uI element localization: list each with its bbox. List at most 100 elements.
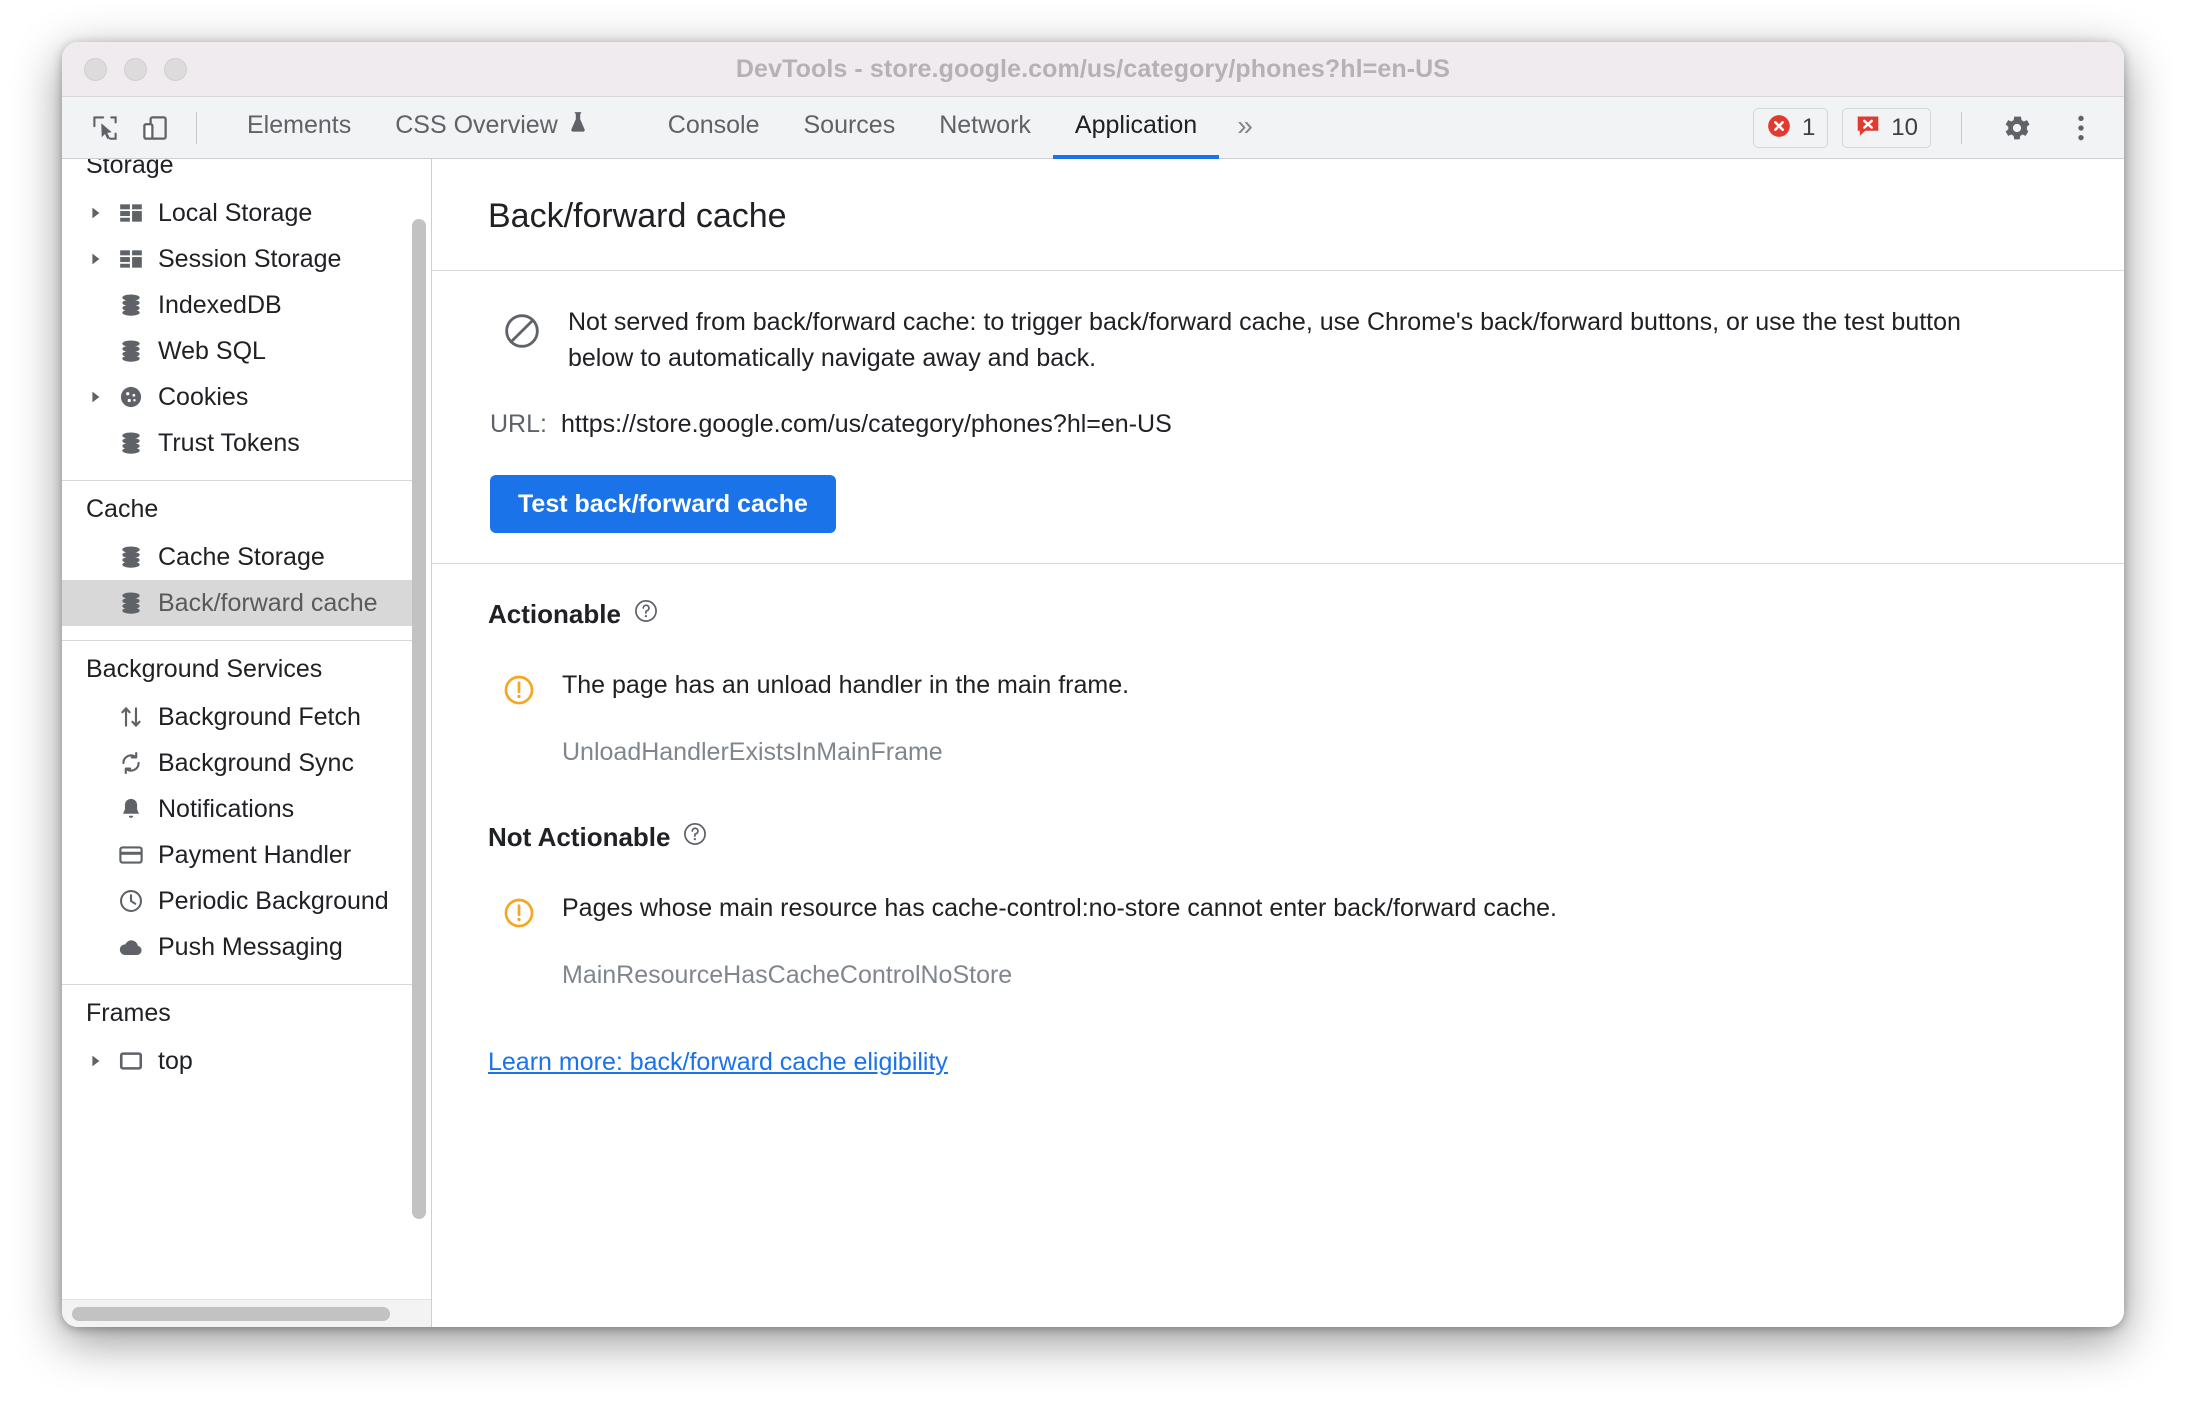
sidebar-item-web-sql[interactable]: Web SQL	[62, 328, 419, 374]
table-grid-icon	[114, 246, 148, 272]
database-icon	[114, 590, 148, 616]
sidebar-item-label: Background Sync	[158, 748, 354, 777]
tab-css-overview-label: CSS Overview	[395, 111, 558, 139]
not-actionable-heading-row: Not Actionable	[488, 821, 2068, 854]
screenshot-root: DevTools - store.google.com/us/category/…	[0, 0, 2186, 1410]
sidebar-item-label: Push Messaging	[158, 932, 343, 961]
sidebar-item-cookies[interactable]: Cookies	[62, 374, 419, 420]
toolbar-right-controls: 1 10	[1752, 97, 2106, 159]
help-circle-icon[interactable]	[633, 598, 659, 631]
sidebar-item-label: Background Fetch	[158, 702, 361, 731]
sidebar-item-label: Session Storage	[158, 244, 342, 273]
test-bfcache-button[interactable]: Test back/forward cache	[490, 475, 836, 533]
database-icon	[114, 338, 148, 364]
sidebar-item-label: Notifications	[158, 794, 295, 823]
sidebar-group-storage: Storage Local Storage Session Storage Index…	[62, 159, 419, 481]
issue-row: Pages whose main resource has cache-cont…	[488, 892, 2068, 935]
sidebar-horizontal-scrollbar[interactable]	[72, 1306, 390, 1321]
sidebar-group-header: Cache	[86, 495, 159, 523]
application-sidebar: Storage Local Storage Session Storage Index…	[62, 159, 432, 1327]
maximize-window-button[interactable]	[164, 58, 187, 81]
sidebar-item-trust-tokens[interactable]: Trust Tokens	[62, 420, 419, 466]
actionable-heading-row: Actionable	[488, 598, 2068, 631]
sidebar-item-top[interactable]: top	[62, 1038, 419, 1084]
issue-row: The page has an unload handler in the ma…	[488, 669, 2068, 712]
page-title: Back/forward cache	[432, 159, 2124, 271]
cloud-icon	[114, 934, 148, 960]
tab-elements[interactable]: Elements	[225, 97, 373, 159]
database-icon	[114, 430, 148, 456]
devtools-window: DevTools - store.google.com/us/category/…	[62, 42, 2124, 1327]
window-title: DevTools - store.google.com/us/category/…	[735, 54, 1451, 83]
sidebar-item-label: Web SQL	[158, 336, 266, 365]
expand-triangle-icon[interactable]	[88, 1053, 114, 1069]
learn-more-link[interactable]: Learn more: back/forward cache eligibili…	[488, 1048, 948, 1077]
expand-triangle-icon[interactable]	[88, 205, 114, 221]
sidebar-item-label: top	[158, 1046, 193, 1075]
close-window-button[interactable]	[84, 58, 107, 81]
cookie-icon	[114, 384, 148, 410]
sidebar-scroll-area: Storage Local Storage Session Storage Index…	[62, 159, 431, 1299]
url-row: URL: https://store.google.com/us/categor…	[488, 410, 2068, 439]
sync-icon	[114, 750, 148, 776]
sidebar-item-background-fetch[interactable]: Background Fetch	[62, 694, 419, 740]
error-circle-x-icon	[1766, 113, 1792, 144]
tab-network[interactable]: Network	[917, 97, 1053, 159]
sidebar-group-background-services: Background Services Background Fetch Backg…	[62, 641, 419, 985]
errors-count: 1	[1801, 114, 1816, 141]
status-message: Not served from back/forward cache: to t…	[568, 308, 1961, 372]
clock-icon	[114, 888, 148, 914]
bfcache-panel: Back/forward cache Not served from back/…	[432, 159, 2124, 1327]
blocked-circle-slash-icon	[502, 311, 542, 356]
issue-text: Pages whose main resource has cache-cont…	[562, 894, 1557, 922]
sidebar-item-payment-handler[interactable]: Payment Handler	[62, 832, 419, 878]
actionable-heading: Actionable	[488, 599, 621, 629]
help-circle-icon[interactable]	[682, 821, 708, 854]
console-errors-badge[interactable]: 1	[1752, 108, 1829, 148]
more-tabs-button[interactable]: »	[1219, 97, 1271, 159]
window-titlebar: DevTools - store.google.com/us/category/…	[62, 42, 2124, 97]
sidebar-item-label: Periodic Background	[158, 886, 389, 915]
sidebar-item-session-storage[interactable]: Session Storage	[62, 236, 419, 282]
database-icon	[114, 544, 148, 570]
minimize-window-button[interactable]	[124, 58, 147, 81]
url-value: https://store.google.com/us/category/pho…	[560, 410, 1172, 438]
not-actionable-group: Not Actionable Pages whose main resource…	[488, 821, 2068, 990]
device-toolbar-icon[interactable]	[130, 103, 180, 153]
issues-count: 10	[1891, 114, 1918, 141]
tab-application[interactable]: Application	[1052, 97, 1220, 159]
sidebar-item-back-forward-cache[interactable]: Back/forward cache	[62, 580, 419, 626]
tab-network-label: Network	[939, 111, 1031, 139]
tab-console-label: Console	[667, 111, 760, 139]
tab-console[interactable]: Console	[646, 97, 782, 159]
table-grid-icon	[114, 200, 148, 226]
transfer-arrows-icon	[114, 704, 148, 730]
sidebar-item-push-messaging[interactable]: Push Messaging	[62, 924, 419, 970]
database-icon	[114, 292, 148, 318]
sidebar-item-label: Local Storage	[158, 198, 313, 227]
sidebar-vertical-scrollbar[interactable]	[412, 219, 426, 1219]
issues-badge[interactable]: 10	[1842, 108, 1931, 148]
sidebar-horizontal-scrollbar-track	[62, 1299, 431, 1327]
credit-card-icon	[114, 842, 148, 868]
tab-sources[interactable]: Sources	[782, 97, 918, 159]
sidebar-item-local-storage[interactable]: Local Storage	[62, 190, 419, 236]
sidebar-item-label: IndexedDB	[158, 290, 282, 319]
toolbar-divider-right	[1961, 112, 1962, 144]
sidebar-item-notifications[interactable]: Notifications	[62, 786, 419, 832]
sidebar-item-periodic-background[interactable]: Periodic Background	[62, 878, 419, 924]
warning-circle-icon	[502, 673, 536, 712]
sidebar-item-indexeddb[interactable]: IndexedDB	[62, 282, 419, 328]
sidebar-group-frames: Frames top	[62, 985, 419, 1098]
issue-code: MainResourceHasCacheControlNoStore	[562, 961, 1013, 989]
expand-triangle-icon[interactable]	[88, 389, 114, 405]
sidebar-item-background-sync[interactable]: Background Sync	[62, 740, 419, 786]
sidebar-item-cache-storage[interactable]: Cache Storage	[62, 534, 419, 580]
kebab-menu-icon[interactable]	[2056, 103, 2106, 153]
sidebar-item-label: Cookies	[158, 382, 249, 411]
inspect-element-icon[interactable]	[80, 103, 130, 153]
sidebar-item-label: Cache Storage	[158, 542, 325, 571]
tab-css-overview[interactable]: CSS Overview	[373, 97, 610, 159]
gear-icon[interactable]	[1992, 103, 2042, 153]
expand-triangle-icon[interactable]	[88, 251, 114, 267]
